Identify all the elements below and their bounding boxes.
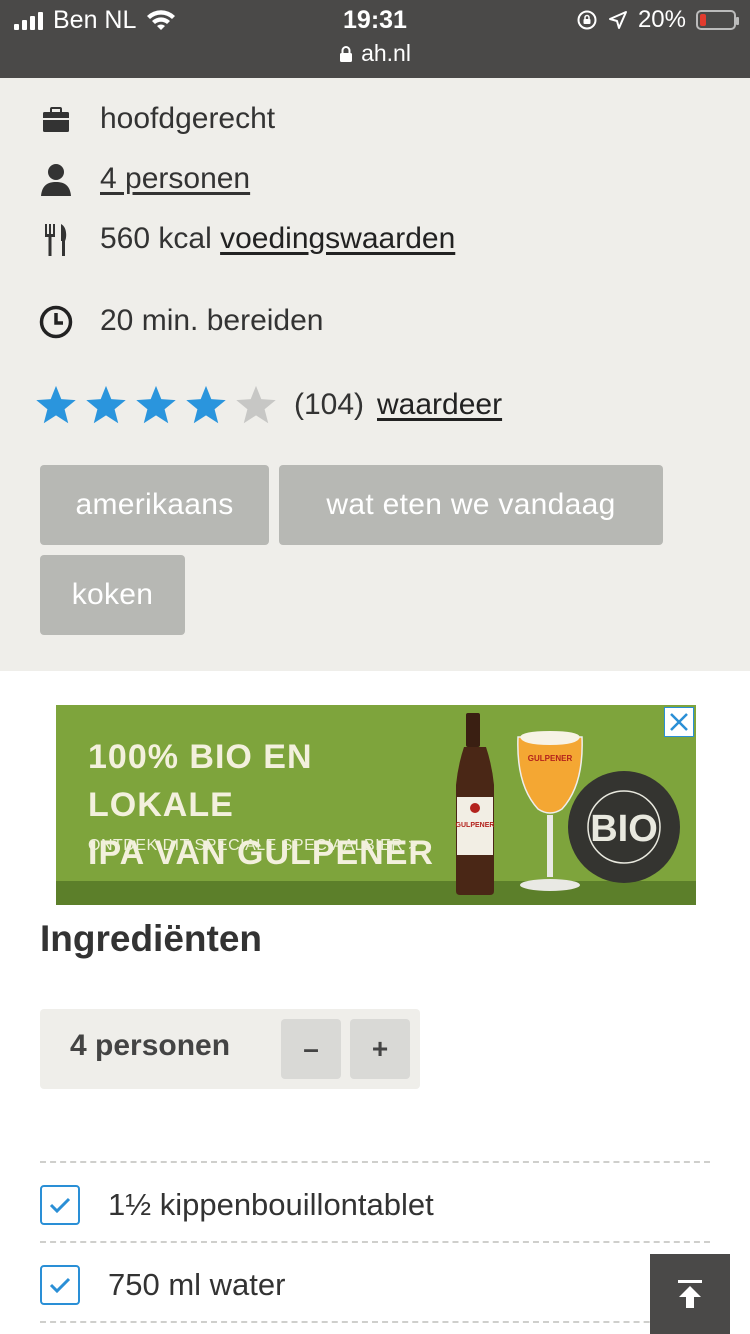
- ingredients-title: Ingrediënten: [40, 918, 263, 959]
- orientation-lock-icon: [577, 10, 597, 30]
- servings-stepper: 4 personen – +: [40, 1009, 420, 1089]
- person-icon: [38, 162, 74, 198]
- bio-badge: BIO: [568, 771, 680, 883]
- address-bar[interactable]: ah.nl: [0, 40, 750, 67]
- servings-link[interactable]: 4 personen: [100, 162, 250, 196]
- star-filled-icon[interactable]: [134, 384, 178, 426]
- ad-title-line1: 100% BIO EN LOKALE: [88, 738, 313, 824]
- ingredient-checkbox[interactable]: [40, 1185, 80, 1225]
- ingredient-item[interactable]: 1½ kippenbouillontablet: [40, 1185, 434, 1225]
- location-icon: [608, 11, 627, 29]
- kcal-value: 560 kcal: [100, 222, 212, 255]
- ad-title: 100% BIO EN LOKALE IPA VAN GULPENER: [88, 733, 448, 877]
- rating-count: (104): [294, 388, 365, 421]
- rating-stars[interactable]: [34, 384, 278, 426]
- star-empty-icon[interactable]: [234, 384, 278, 426]
- ingredient-text: 750 ml water: [108, 1267, 286, 1302]
- recipe-info: hoofdgerecht 4 personen 560 kcal voeding…: [0, 78, 750, 671]
- checkmark-icon: [49, 1277, 71, 1294]
- url-label: ah.nl: [361, 40, 411, 66]
- divider: [40, 1161, 710, 1163]
- bio-badge-text: BIO: [590, 808, 658, 850]
- ingredient-text: 1½ kippenbouillontablet: [108, 1187, 434, 1222]
- star-filled-icon[interactable]: [34, 384, 78, 426]
- scroll-to-top-button[interactable]: [650, 1254, 730, 1334]
- tag-wat-eten-we-vandaag[interactable]: wat eten we vandaag: [279, 465, 663, 545]
- ad-close-button[interactable]: [664, 707, 694, 737]
- battery-percent: 20%: [637, 6, 686, 33]
- bottle-label-text: GULPENER: [456, 822, 495, 829]
- clock-icon: [38, 304, 74, 340]
- arrow-up-to-top-icon: [678, 1280, 702, 1308]
- ingredient-item[interactable]: 750 ml water: [40, 1265, 285, 1305]
- nutrition-text: 560 kcal voedingswaarden: [100, 222, 455, 256]
- ad-subtitle: ONTDEK DIT SPECIALE SPECIAALBIER >: [88, 837, 419, 854]
- status-bar: Ben NL 19:31 ah.nl 20%: [0, 0, 750, 78]
- star-filled-icon[interactable]: [84, 384, 128, 426]
- tag-amerikaans[interactable]: amerikaans: [40, 465, 269, 545]
- star-filled-icon[interactable]: [184, 384, 228, 426]
- servings-stepper-label: 4 personen: [70, 1029, 231, 1062]
- close-icon: [670, 713, 688, 731]
- battery-icon: [696, 10, 739, 30]
- increase-servings-button[interactable]: +: [350, 1019, 410, 1079]
- prep-time: 20 min. bereiden: [100, 304, 324, 337]
- ad-banner[interactable]: 100% BIO EN LOKALE IPA VAN GULPENER ONTD…: [56, 705, 696, 905]
- briefcase-icon: [38, 102, 74, 138]
- glass-label-text: GULPENER: [528, 754, 573, 763]
- tag-koken[interactable]: koken: [40, 555, 185, 635]
- cutlery-icon: [38, 222, 74, 258]
- beer-bottle-image: GULPENER: [456, 713, 495, 895]
- ingredient-checkbox[interactable]: [40, 1265, 80, 1305]
- course-label: hoofdgerecht: [100, 102, 276, 135]
- decrease-servings-button[interactable]: –: [281, 1019, 341, 1079]
- divider: [40, 1321, 710, 1323]
- rate-link[interactable]: waardeer: [377, 388, 502, 422]
- checkmark-icon: [49, 1197, 71, 1214]
- status-right: 20%: [576, 6, 739, 34]
- nutrition-link[interactable]: voedingswaarden: [220, 222, 455, 255]
- divider: [40, 1241, 710, 1243]
- lock-icon: [340, 45, 353, 62]
- ad-artwork: GULPENER GULPENER BIO: [456, 713, 680, 895]
